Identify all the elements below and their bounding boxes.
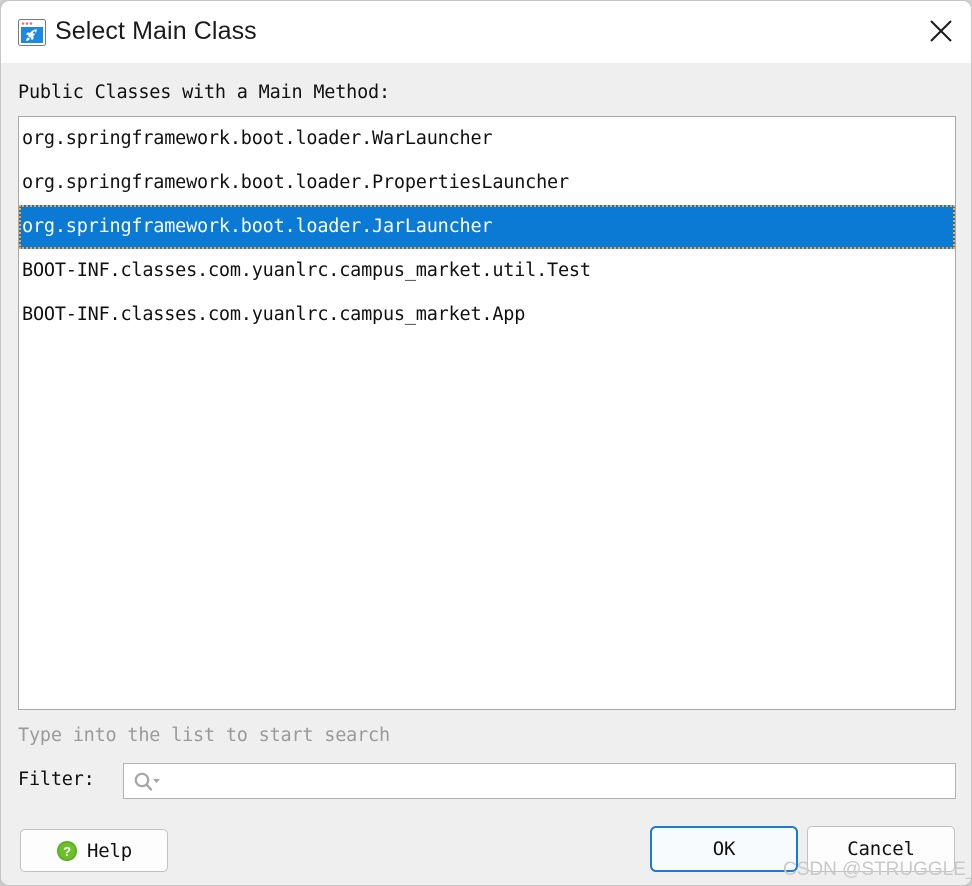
question-mark-icon: ? [56, 840, 78, 862]
svg-text:?: ? [63, 844, 71, 859]
list-item[interactable]: BOOT-INF.classes.com.yuanlrc.campus_mark… [19, 293, 955, 337]
list-item[interactable]: org.springframework.boot.loader.Properti… [19, 161, 955, 205]
list-item-selected[interactable]: org.springframework.boot.loader.JarLaunc… [19, 205, 955, 249]
help-button-label: Help [87, 839, 132, 862]
filter-input[interactable] [168, 764, 952, 800]
close-icon[interactable] [909, 1, 971, 61]
dialog-titlebar: Select Main Class [1, 1, 971, 63]
filter-field[interactable] [123, 763, 956, 800]
filter-label: Filter: [18, 769, 95, 790]
main-class-list[interactable]: org.springframework.boot.loader.WarLaunc… [18, 116, 956, 710]
dialog-body: Public Classes with a Main Method: org.s… [1, 63, 971, 885]
search-hint-text: Type into the list to start search [18, 725, 390, 746]
cancel-button[interactable]: Cancel [807, 826, 955, 872]
run-configuration-icon [18, 19, 46, 46]
select-main-class-dialog: Select Main Class Public Classes with a … [0, 0, 972, 886]
ok-button-label: OK [712, 838, 736, 860]
ok-button[interactable]: OK [650, 826, 798, 872]
list-item[interactable]: BOOT-INF.classes.com.yuanlrc.campus_mark… [19, 249, 955, 293]
list-label: Public Classes with a Main Method: [18, 82, 390, 103]
dialog-title: Select Main Class [55, 17, 257, 45]
cancel-button-label: Cancel [847, 838, 915, 860]
help-button[interactable]: ? Help [20, 829, 168, 872]
search-icon[interactable] [133, 771, 163, 793]
list-item[interactable]: org.springframework.boot.loader.WarLaunc… [19, 117, 955, 161]
